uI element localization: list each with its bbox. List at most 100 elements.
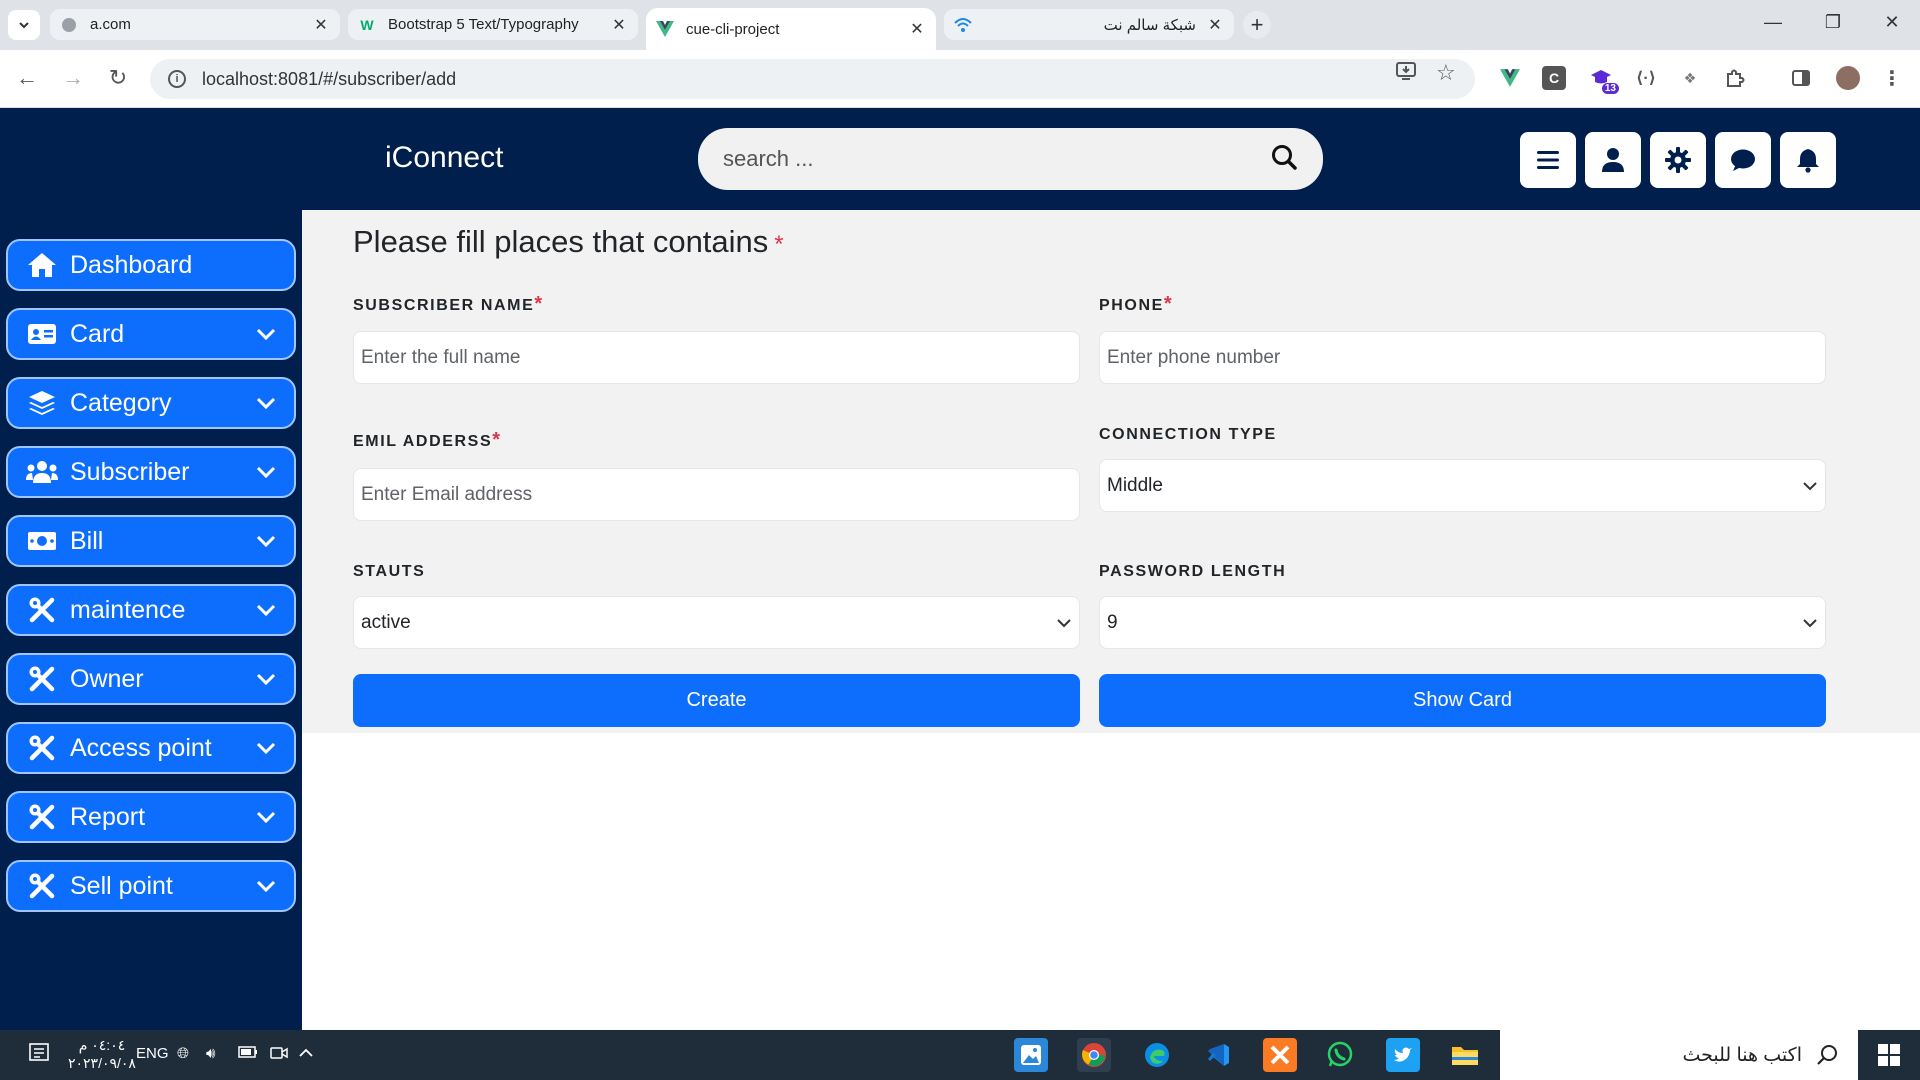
install-app-icon[interactable]: [1395, 60, 1417, 87]
close-icon[interactable]: ✕: [312, 15, 330, 35]
whatsapp-app-icon[interactable]: [1323, 1038, 1357, 1072]
chevron-up-icon[interactable]: [298, 1045, 314, 1062]
globe-network-icon[interactable]: 🌐︎: [177, 1045, 189, 1062]
search-icon[interactable]: [1270, 143, 1298, 176]
chevron-down-icon: [252, 604, 280, 616]
sidebar-item-label: Report: [70, 802, 146, 831]
browser-tab-bar: a.com ✕ W Bootstrap 5 Text/Typography ✕ …: [0, 0, 1920, 50]
xampp-app-icon[interactable]: [1263, 1038, 1297, 1072]
search-input[interactable]: [723, 146, 1270, 172]
sidebar-item-label: Access point: [70, 733, 212, 762]
notifications-button[interactable]: [1780, 132, 1836, 188]
photos-app-icon[interactable]: [1014, 1038, 1048, 1072]
new-tab-button[interactable]: +: [1243, 11, 1271, 39]
add-subscriber-form: Please fill places that contains * SUBSCR…: [302, 210, 1920, 733]
tab-title: cue-cli-project: [686, 20, 780, 38]
volume-icon[interactable]: 🔊︎: [206, 1045, 215, 1062]
sidebar-item-sell-point[interactable]: Sell point: [6, 860, 296, 912]
battery-icon[interactable]: [238, 1045, 258, 1062]
subscriber-name-input[interactable]: [353, 331, 1080, 384]
profile-avatar[interactable]: [1836, 66, 1860, 90]
minimize-icon[interactable]: —: [1758, 12, 1788, 33]
vue-devtools-icon[interactable]: [1498, 66, 1522, 90]
back-icon[interactable]: ←: [12, 65, 42, 91]
browser-tab[interactable]: شبكة سالم نت ✕: [944, 9, 1234, 40]
password-length-select[interactable]: 9: [1099, 596, 1826, 649]
extension-layers-icon[interactable]: ❖: [1678, 66, 1702, 90]
extension-c-icon[interactable]: C: [1542, 66, 1566, 90]
brand-logo[interactable]: iConnect: [385, 141, 503, 175]
profile-button[interactable]: [1585, 132, 1641, 188]
required-asterisk: *: [774, 231, 784, 258]
chevron-down-icon: [252, 811, 280, 823]
connection-type-select[interactable]: Middle: [1099, 459, 1826, 512]
restore-icon[interactable]: ❐: [1818, 12, 1848, 33]
email-input[interactable]: [353, 468, 1080, 521]
phone-input[interactable]: [1099, 331, 1826, 384]
show-card-button[interactable]: Show Card: [1099, 674, 1826, 727]
bookmark-star-icon[interactable]: ☆: [1436, 60, 1456, 86]
taskbar-search-placeholder: اكتب هنا للبحث: [1682, 1044, 1802, 1066]
sidebar-item-subscriber[interactable]: Subscriber: [6, 446, 296, 498]
vscode-app-icon[interactable]: [1201, 1038, 1235, 1072]
sidebar-item-report[interactable]: Report: [6, 791, 296, 843]
browser-tab[interactable]: a.com ✕: [50, 9, 340, 40]
field-label-text: PHONE: [1099, 297, 1164, 314]
sidebar-item-card[interactable]: Card: [6, 308, 296, 360]
form-title-text: Please fill places that contains: [353, 224, 769, 259]
connection-type-label: CONNECTION TYPE: [1099, 426, 1277, 443]
settings-button[interactable]: [1650, 132, 1706, 188]
extensions-puzzle-icon[interactable]: [1723, 66, 1747, 90]
close-window-icon[interactable]: ✕: [1877, 12, 1907, 33]
sidebar-item-dashboard[interactable]: Dashboard: [6, 239, 296, 291]
language-indicator[interactable]: ENG: [136, 1045, 169, 1062]
chevron-down-icon: [252, 880, 280, 892]
side-panel-icon[interactable]: [1789, 66, 1813, 90]
menu-button[interactable]: [1520, 132, 1576, 188]
close-icon[interactable]: ✕: [610, 15, 628, 35]
tools-icon: [26, 665, 58, 693]
taskbar-search-box[interactable]: اكتب هنا للبحث: [1500, 1030, 1858, 1080]
chat-icon: [1731, 149, 1755, 171]
more-menu-icon[interactable]: ⋮: [1880, 66, 1904, 90]
sidebar-item-maintence[interactable]: maintence: [6, 584, 296, 636]
chrome-app-icon[interactable]: [1077, 1038, 1111, 1072]
create-button[interactable]: Create: [353, 674, 1080, 727]
windows-start-icon[interactable]: [1872, 1038, 1906, 1072]
twitter-app-icon[interactable]: [1386, 1038, 1420, 1072]
tools-icon: [26, 596, 58, 624]
subscriber-name-label: SUBSCRIBER NAME*: [353, 293, 542, 316]
browser-tab[interactable]: W Bootstrap 5 Text/Typography ✕: [348, 9, 638, 40]
browser-tab-active[interactable]: cue-cli-project ✕: [646, 8, 936, 50]
sidebar-item-access-point[interactable]: Access point: [6, 722, 296, 774]
wifi-icon: [954, 16, 972, 34]
select-value: 9: [1107, 611, 1118, 633]
vue-icon: [656, 20, 674, 38]
edge-app-icon[interactable]: [1140, 1038, 1174, 1072]
field-label-text: SUBSCRIBER NAME: [353, 297, 535, 314]
sidebar-item-bill[interactable]: Bill: [6, 515, 296, 567]
sidebar-item-owner[interactable]: Owner: [6, 653, 296, 705]
messages-button[interactable]: [1715, 132, 1771, 188]
sidebar-item-label: Dashboard: [70, 250, 193, 279]
close-icon[interactable]: ✕: [1206, 15, 1224, 35]
sidebar-item-label: Category: [70, 388, 172, 417]
reload-icon[interactable]: ↻: [103, 65, 133, 91]
info-icon[interactable]: i: [168, 70, 186, 88]
extension-graduation-icon[interactable]: 13: [1589, 66, 1619, 94]
tools-icon: [26, 803, 58, 831]
w3schools-icon: W: [360, 16, 374, 33]
notifications-icon[interactable]: [28, 1042, 50, 1068]
tab-search-button[interactable]: [8, 10, 40, 40]
required-asterisk: *: [1163, 293, 1172, 315]
url-bar[interactable]: i localhost:8081/#/subscriber/add: [150, 59, 1475, 99]
meet-now-icon[interactable]: [270, 1045, 288, 1065]
extension-circle-icon[interactable]: ⟨·⟩: [1634, 66, 1658, 90]
email-label: EMIL ADDERSS*: [353, 429, 500, 452]
close-icon[interactable]: ✕: [908, 19, 926, 39]
forward-icon[interactable]: →: [58, 65, 88, 91]
sidebar-item-category[interactable]: Category: [6, 377, 296, 429]
file-explorer-app-icon[interactable]: [1448, 1038, 1482, 1072]
status-select[interactable]: active: [353, 596, 1080, 649]
clock[interactable]: ٠٤:٠٤ م ٢٠٢٣/٠٩/٠٨: [68, 1036, 136, 1072]
